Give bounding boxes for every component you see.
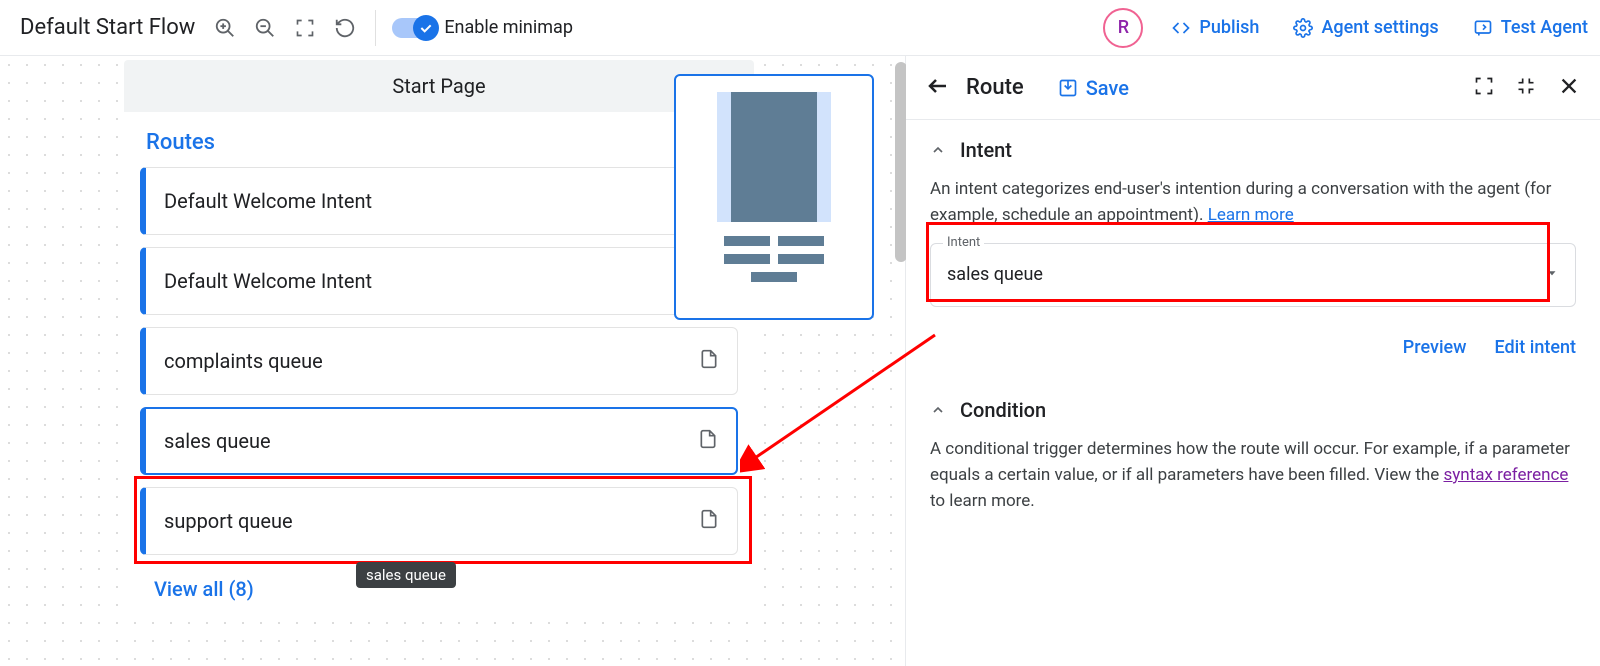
route-item-complaints[interactable]: complaints queue <box>140 327 738 395</box>
minimap-label: Enable minimap <box>444 17 573 38</box>
minimap[interactable] <box>674 74 874 320</box>
start-page-node: Start Page Routes Default Welcome Intent… <box>124 60 754 611</box>
fit-screen-icon[interactable] <box>285 8 325 48</box>
route-label: Default Welcome Intent <box>164 189 719 213</box>
intent-section-toggle[interactable]: Intent <box>930 138 1576 162</box>
syntax-reference-link[interactable]: syntax reference <box>1443 465 1568 485</box>
chevron-up-icon <box>930 142 946 158</box>
route-label: Default Welcome Intent <box>164 269 719 293</box>
intent-dropdown[interactable]: Intent sales queue <box>930 243 1576 307</box>
zoom-in-icon[interactable] <box>205 8 245 48</box>
fullscreen-icon[interactable] <box>1474 76 1494 100</box>
tooltip-sales-queue: sales queue <box>356 562 456 588</box>
top-toolbar: Default Start Flow Enable minimap R Publ… <box>0 0 1600 56</box>
route-label: support queue <box>164 509 699 533</box>
page-icon <box>698 428 718 454</box>
save-button[interactable]: Save <box>1058 76 1129 100</box>
minimap-toggle[interactable] <box>392 18 436 38</box>
node-header[interactable]: Start Page <box>124 60 754 112</box>
node-title: Start Page <box>392 74 485 98</box>
avatar[interactable]: R <box>1103 8 1143 48</box>
reset-layout-icon[interactable] <box>325 8 365 48</box>
agent-settings-button[interactable]: Agent settings <box>1293 17 1438 38</box>
route-item-support[interactable]: support queue <box>140 487 738 555</box>
route-panel: Route Save Intent <box>906 56 1600 666</box>
test-agent-button[interactable]: Test Agent <box>1473 17 1588 38</box>
main-area: Start Page Routes Default Welcome Intent… <box>0 56 1600 666</box>
test-agent-label: Test Agent <box>1501 17 1588 38</box>
route-label: sales queue <box>164 429 698 453</box>
page-icon <box>699 348 719 374</box>
publish-label: Publish <box>1199 17 1259 38</box>
zoom-out-icon[interactable] <box>245 8 285 48</box>
flow-canvas[interactable]: Start Page Routes Default Welcome Intent… <box>0 56 906 666</box>
intent-description: An intent categorizes end-user's intenti… <box>930 176 1576 229</box>
page-icon <box>699 508 719 534</box>
route-item-sales[interactable]: sales queue <box>140 407 738 475</box>
intent-field-label: Intent <box>943 235 984 250</box>
separator <box>375 10 376 46</box>
save-label: Save <box>1086 76 1129 100</box>
condition-heading: Condition <box>960 398 1046 422</box>
route-item-default-welcome-1[interactable]: Default Welcome Intent <box>140 167 738 235</box>
learn-more-link[interactable]: Learn more <box>1208 205 1294 225</box>
dropdown-caret-icon <box>1545 265 1559 284</box>
intent-value: sales queue <box>947 264 1545 285</box>
route-label: complaints queue <box>164 349 699 373</box>
check-icon <box>413 15 439 41</box>
agent-settings-label: Agent settings <box>1321 17 1438 38</box>
close-icon[interactable] <box>1558 75 1580 101</box>
chevron-up-icon <box>930 402 946 418</box>
panel-title: Route <box>966 75 1024 100</box>
condition-section-toggle[interactable]: Condition <box>930 398 1576 422</box>
condition-description: A conditional trigger determines how the… <box>930 436 1576 515</box>
preview-button[interactable]: Preview <box>1403 337 1467 358</box>
routes-heading[interactable]: Routes <box>124 112 754 167</box>
intent-heading: Intent <box>960 138 1012 162</box>
route-item-default-welcome-2[interactable]: Default Welcome Intent <box>140 247 738 315</box>
edit-intent-button[interactable]: Edit intent <box>1495 337 1576 358</box>
publish-button[interactable]: Publish <box>1171 17 1259 38</box>
flow-title: Default Start Flow <box>20 15 195 40</box>
panel-header: Route Save <box>906 56 1600 120</box>
back-button[interactable] <box>926 74 950 102</box>
collapse-icon[interactable] <box>1516 76 1536 100</box>
